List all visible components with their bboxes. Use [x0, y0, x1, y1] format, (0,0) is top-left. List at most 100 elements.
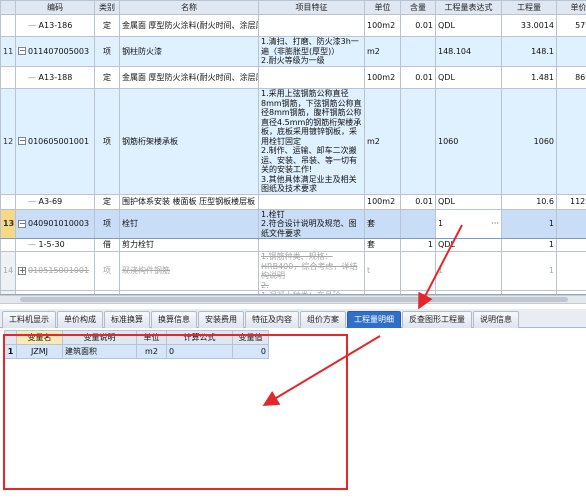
row-price[interactable]: 8697. [556, 66, 586, 89]
row-code[interactable]: — 1-5-30 [15, 238, 95, 252]
quota-row[interactable]: — A13-188定金属面 厚型防火涂料(耐火时间、涂层厚度)3h、30mm 10… [0, 66, 586, 89]
row-unit[interactable]: m2 [364, 88, 401, 195]
row-feature[interactable] [258, 193, 365, 210]
collapse-icon[interactable]: − [18, 137, 26, 145]
row-unit[interactable]: 套 [364, 238, 401, 252]
row-code[interactable]: −010605001001 [15, 88, 95, 195]
tab-quantity-detail[interactable]: 工程量明细 [347, 311, 401, 328]
row-expression[interactable]: 148.104 [435, 36, 502, 67]
row-price[interactable] [556, 208, 586, 239]
row-feature[interactable]: 1.采用上弦钢筋公称直径8mm钢筋，下弦钢筋公称直径8mm钢筋，腹杆钢筋公称直径… [258, 88, 365, 195]
bill-item-row[interactable]: 12−010605001001 项钢筋桁架楼承板 1.采用上弦钢筋公称直径8mm钢筋… [0, 88, 586, 195]
row-feature[interactable]: 1.栓钉 2.符合设计说明及规范、图纸文件要求 [258, 208, 365, 239]
tab-standard-conversion[interactable]: 标准换算 [104, 311, 150, 328]
row-name[interactable]: 现浇构件钢筋 [119, 251, 259, 291]
header-code[interactable]: 编码 [15, 0, 95, 15]
scrollbar-thumb[interactable] [20, 297, 568, 302]
header-name[interactable]: 名称 [119, 0, 259, 15]
row-name[interactable]: 围护体系安装 楼面板 压型钢板楼层板 [119, 193, 259, 210]
header-content[interactable]: 含量 [400, 0, 436, 15]
row-content[interactable] [400, 36, 436, 67]
row-price[interactable] [556, 251, 586, 291]
row-quantity[interactable]: 148.1 [501, 36, 557, 67]
row-feature[interactable]: 1.钢筋种类、规格：HRB400，综合考虑，详结构说明 2. [258, 251, 365, 291]
header-expression[interactable]: 工程量表达式 [435, 0, 502, 15]
row-code[interactable]: — A13-186 [15, 14, 95, 37]
row-quantity[interactable]: 10.6 [501, 193, 557, 210]
row-price[interactable]: 5798. [556, 14, 586, 37]
row-feature[interactable] [258, 66, 365, 89]
row-content[interactable]: 0.01 [400, 66, 436, 89]
row-name[interactable]: 栓钉 [119, 208, 259, 239]
row-feature[interactable]: 1.清扫、打磨、防火漆3h一遍（非膨胀型(厚型)） 2.耐火等级为一级 [258, 36, 365, 67]
row-expression[interactable]: QDL [435, 238, 502, 252]
tab-description[interactable]: 说明信息 [473, 311, 519, 328]
row-name[interactable]: 金属面 厚型防火涂料(耐火时间、涂层厚度)2h、20mm [119, 14, 259, 37]
row-content[interactable] [400, 208, 436, 239]
bill-item-row[interactable]: 13−040901010003 项栓钉 1.栓钉 2.符合设计说明及规范、图纸文件要… [0, 208, 586, 239]
collapse-icon[interactable]: − [18, 47, 26, 56]
row-content[interactable] [400, 88, 436, 195]
row-code[interactable]: +010515001001 [15, 251, 95, 291]
bill-item-row[interactable]: 14 +010515001001 项现浇构件钢筋 1.钢筋种类、规格：HRB400，综… [0, 251, 586, 291]
row-name[interactable]: 钢柱防火漆 [119, 36, 259, 67]
expression-more-button[interactable]: ··· [491, 219, 499, 229]
row-unit[interactable]: 100m2 [364, 66, 401, 89]
row-quantity[interactable]: 1 [501, 238, 557, 252]
tab-installation-fee[interactable]: 安装费用 [198, 311, 244, 328]
quota-row[interactable]: — 1-5-30借剪力栓钉套1QDL113 [0, 238, 586, 252]
row-feature[interactable] [258, 238, 365, 252]
row-category[interactable]: 项 [94, 208, 120, 239]
row-expression[interactable]: QDL [435, 14, 502, 37]
row-content[interactable]: 1 [400, 238, 436, 252]
tab-feature-content[interactable]: 特征及内容 [245, 311, 299, 328]
row-quantity[interactable]: 1 [501, 208, 557, 239]
row-unit[interactable]: 100m2 [364, 14, 401, 37]
row-name[interactable]: 金属面 厚型防火涂料(耐火时间、涂层厚度)3h、30mm [119, 66, 259, 89]
row-category[interactable]: 项 [94, 251, 120, 291]
row-price[interactable] [556, 88, 586, 195]
horizontal-scrollbar[interactable] [0, 295, 586, 304]
row-category[interactable]: 项 [94, 36, 120, 67]
quota-row[interactable]: — A13-186定金属面 厚型防火涂料(耐火时间、涂层厚度)2h、20mm10… [0, 14, 586, 37]
row-content[interactable]: 0.01 [400, 14, 436, 37]
row-expression[interactable]: 1 ··· [435, 208, 502, 239]
header-unit[interactable]: 单位 [364, 0, 401, 15]
collapse-icon[interactable]: − [18, 219, 26, 228]
tab-material-display[interactable]: 工料机显示 [2, 311, 56, 328]
row-unit[interactable]: 100m2 [364, 193, 401, 210]
tab-pricing-scheme[interactable]: 组价方案 [300, 311, 346, 328]
row-code[interactable]: −040901010003 [15, 208, 95, 239]
row-quantity[interactable]: 33.0014 [501, 14, 557, 37]
header-feature[interactable]: 项目特征 [258, 0, 365, 15]
row-expression[interactable]: 1060 [435, 88, 502, 195]
expand-icon[interactable]: + [18, 266, 26, 275]
tab-reverse-quantity[interactable]: 反查图形工程量 [402, 311, 472, 328]
row-category[interactable]: 定 [94, 66, 120, 89]
row-content[interactable] [400, 251, 436, 291]
header-price[interactable]: 单价 [556, 0, 586, 15]
row-category[interactable]: 定 [94, 193, 120, 210]
row-unit[interactable]: t [364, 251, 401, 291]
row-code[interactable]: −011407005003 [15, 36, 95, 67]
header-quantity[interactable]: 工程量 [501, 0, 557, 15]
row-quantity[interactable]: 1060 [501, 88, 557, 195]
header-category[interactable]: 类别 [94, 0, 120, 15]
bill-item-row[interactable]: 11−011407005003 项钢柱防火漆 1.清扫、打磨、防火漆3h一遍（非膨胀… [0, 36, 586, 67]
row-expression[interactable]: 1 [435, 251, 502, 291]
row-unit[interactable]: m2 [364, 36, 401, 67]
row-price[interactable]: 13 [556, 238, 586, 252]
row-content[interactable]: 0.01 [400, 193, 436, 210]
row-expression[interactable]: QDL [435, 66, 502, 89]
row-category[interactable]: 借 [94, 238, 120, 252]
row-category[interactable]: 项 [94, 88, 120, 195]
row-feature[interactable] [258, 14, 365, 37]
tab-unit-price-composition[interactable]: 单价构成 [57, 311, 103, 328]
row-unit[interactable]: 套 [364, 208, 401, 239]
row-code[interactable]: — A3-69 [15, 193, 95, 210]
row-quantity[interactable]: 1 [501, 251, 557, 291]
row-name[interactable]: 剪力栓钉 [119, 238, 259, 252]
row-code[interactable]: — A13-188 [15, 66, 95, 89]
row-name[interactable]: 钢筋桁架楼承板 [119, 88, 259, 195]
row-quantity[interactable]: 1.481 [501, 66, 557, 89]
